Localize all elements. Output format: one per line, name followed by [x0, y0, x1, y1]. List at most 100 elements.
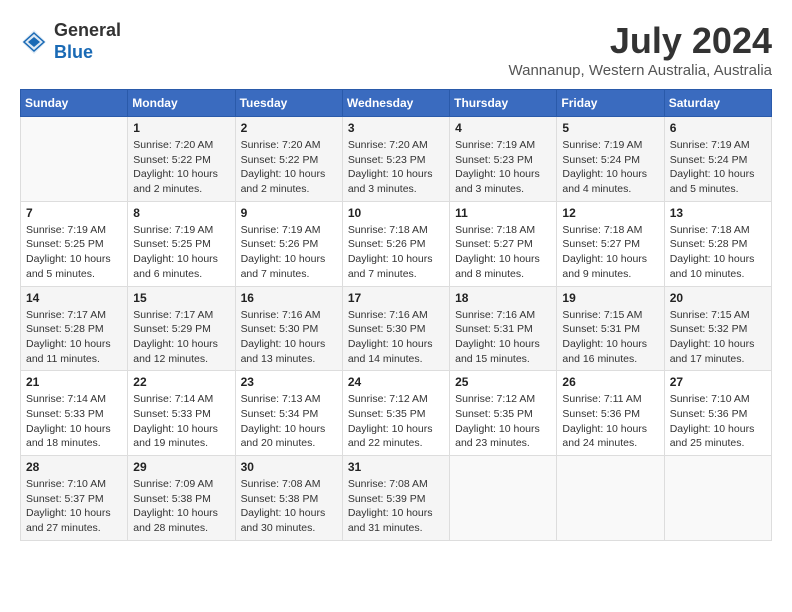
calendar-cell: 31 Sunrise: 7:08 AM Sunset: 5:39 PM Dayli…	[342, 456, 449, 541]
calendar-cell: 21 Sunrise: 7:14 AM Sunset: 5:33 PM Dayli…	[21, 371, 128, 456]
day-info: Sunrise: 7:12 AM Sunset: 5:35 PM Dayligh…	[348, 392, 444, 451]
day-info: Sunrise: 7:11 AM Sunset: 5:36 PM Dayligh…	[562, 392, 658, 451]
calendar-week-row: 14Sunrise: 7:17 AM Sunset: 5:28 PM Dayli…	[21, 286, 772, 371]
day-number: 17	[348, 291, 444, 305]
day-number: 8	[133, 206, 229, 220]
calendar-cell: 20 Sunrise: 7:15 AM Sunset: 5:32 PM Dayli…	[664, 286, 771, 371]
day-info: Sunrise: 7:19 AM Sunset: 5:24 PM Dayligh…	[562, 138, 658, 197]
calendar-cell	[664, 456, 771, 541]
calendar-week-row: 1 Sunrise: 7:20 AM Sunset: 5:22 PM Daylig…	[21, 117, 772, 202]
logo-text: General Blue	[54, 20, 121, 63]
calendar-table: SundayMondayTuesdayWednesdayThursdayFrid…	[20, 89, 772, 541]
day-info: Sunrise: 7:19 AM Sunset: 5:23 PM Dayligh…	[455, 138, 551, 197]
day-number: 21	[26, 375, 122, 389]
day-number: 16	[241, 291, 337, 305]
calendar-cell: 22 Sunrise: 7:14 AM Sunset: 5:33 PM Dayli…	[128, 371, 235, 456]
page-header: General Blue July 2024 Wannanup, Western…	[20, 20, 772, 79]
day-number: 4	[455, 121, 551, 135]
calendar-cell: 16 Sunrise: 7:16 AM Sunset: 5:30 PM Dayli…	[235, 286, 342, 371]
day-info: Sunrise: 7:15 AM Sunset: 5:32 PM Dayligh…	[670, 308, 766, 367]
day-number: 11	[455, 206, 551, 220]
logo-blue: Blue	[54, 42, 93, 62]
day-info: Sunrise: 7:09 AM Sunset: 5:38 PM Dayligh…	[133, 477, 229, 536]
day-info: Sunrise: 7:20 AM Sunset: 5:22 PM Dayligh…	[133, 138, 229, 197]
calendar-cell: 9Sunrise: 7:19 AM Sunset: 5:26 PM Daylig…	[235, 201, 342, 286]
calendar-cell: 28Sunrise: 7:10 AM Sunset: 5:37 PM Dayli…	[21, 456, 128, 541]
day-info: Sunrise: 7:18 AM Sunset: 5:28 PM Dayligh…	[670, 223, 766, 282]
calendar-cell: 23Sunrise: 7:13 AM Sunset: 5:34 PM Dayli…	[235, 371, 342, 456]
day-number: 2	[241, 121, 337, 135]
day-info: Sunrise: 7:08 AM Sunset: 5:39 PM Dayligh…	[348, 477, 444, 536]
calendar-week-row: 21 Sunrise: 7:14 AM Sunset: 5:33 PM Dayli…	[21, 371, 772, 456]
day-info: Sunrise: 7:18 AM Sunset: 5:26 PM Dayligh…	[348, 223, 444, 282]
calendar-cell: 24 Sunrise: 7:12 AM Sunset: 5:35 PM Dayli…	[342, 371, 449, 456]
calendar-cell: 7 Sunrise: 7:19 AM Sunset: 5:25 PM Daylig…	[21, 201, 128, 286]
day-number: 19	[562, 291, 658, 305]
calendar-header-row: SundayMondayTuesdayWednesdayThursdayFrid…	[21, 90, 772, 117]
calendar-cell: 15Sunrise: 7:17 AM Sunset: 5:29 PM Dayli…	[128, 286, 235, 371]
logo-icon	[20, 28, 48, 56]
column-header-friday: Friday	[557, 90, 664, 117]
calendar-cell: 6 Sunrise: 7:19 AM Sunset: 5:24 PM Daylig…	[664, 117, 771, 202]
day-number: 10	[348, 206, 444, 220]
column-header-monday: Monday	[128, 90, 235, 117]
day-info: Sunrise: 7:15 AM Sunset: 5:31 PM Dayligh…	[562, 308, 658, 367]
calendar-cell: 4 Sunrise: 7:19 AM Sunset: 5:23 PM Daylig…	[450, 117, 557, 202]
calendar-cell: 3Sunrise: 7:20 AM Sunset: 5:23 PM Daylig…	[342, 117, 449, 202]
day-info: Sunrise: 7:16 AM Sunset: 5:30 PM Dayligh…	[241, 308, 337, 367]
day-number: 12	[562, 206, 658, 220]
day-info: Sunrise: 7:19 AM Sunset: 5:25 PM Dayligh…	[26, 223, 122, 282]
day-number: 30	[241, 460, 337, 474]
calendar-cell: 11 Sunrise: 7:18 AM Sunset: 5:27 PM Dayli…	[450, 201, 557, 286]
calendar-cell: 26 Sunrise: 7:11 AM Sunset: 5:36 PM Dayli…	[557, 371, 664, 456]
day-number: 5	[562, 121, 658, 135]
day-info: Sunrise: 7:12 AM Sunset: 5:35 PM Dayligh…	[455, 392, 551, 451]
logo: General Blue	[20, 20, 121, 63]
day-number: 15	[133, 291, 229, 305]
day-number: 28	[26, 460, 122, 474]
calendar-cell: 12 Sunrise: 7:18 AM Sunset: 5:27 PM Dayli…	[557, 201, 664, 286]
calendar-cell: 29 Sunrise: 7:09 AM Sunset: 5:38 PM Dayli…	[128, 456, 235, 541]
day-info: Sunrise: 7:10 AM Sunset: 5:36 PM Dayligh…	[670, 392, 766, 451]
calendar-cell: 30 Sunrise: 7:08 AM Sunset: 5:38 PM Dayli…	[235, 456, 342, 541]
day-info: Sunrise: 7:08 AM Sunset: 5:38 PM Dayligh…	[241, 477, 337, 536]
calendar-cell	[450, 456, 557, 541]
calendar-cell: 5 Sunrise: 7:19 AM Sunset: 5:24 PM Daylig…	[557, 117, 664, 202]
day-number: 27	[670, 375, 766, 389]
day-number: 13	[670, 206, 766, 220]
calendar-week-row: 7 Sunrise: 7:19 AM Sunset: 5:25 PM Daylig…	[21, 201, 772, 286]
day-number: 29	[133, 460, 229, 474]
day-number: 24	[348, 375, 444, 389]
day-number: 9	[241, 206, 337, 220]
day-number: 31	[348, 460, 444, 474]
day-number: 6	[670, 121, 766, 135]
day-info: Sunrise: 7:14 AM Sunset: 5:33 PM Dayligh…	[26, 392, 122, 451]
day-number: 7	[26, 206, 122, 220]
column-header-wednesday: Wednesday	[342, 90, 449, 117]
day-number: 14	[26, 291, 122, 305]
calendar-cell: 14Sunrise: 7:17 AM Sunset: 5:28 PM Dayli…	[21, 286, 128, 371]
day-number: 25	[455, 375, 551, 389]
location-title: Wannanup, Western Australia, Australia	[509, 62, 772, 79]
calendar-cell: 2Sunrise: 7:20 AM Sunset: 5:22 PM Daylig…	[235, 117, 342, 202]
day-info: Sunrise: 7:14 AM Sunset: 5:33 PM Dayligh…	[133, 392, 229, 451]
day-number: 26	[562, 375, 658, 389]
day-info: Sunrise: 7:18 AM Sunset: 5:27 PM Dayligh…	[455, 223, 551, 282]
column-header-tuesday: Tuesday	[235, 90, 342, 117]
day-number: 18	[455, 291, 551, 305]
calendar-cell	[557, 456, 664, 541]
day-info: Sunrise: 7:16 AM Sunset: 5:30 PM Dayligh…	[348, 308, 444, 367]
month-title: July 2024	[509, 20, 772, 62]
calendar-cell	[21, 117, 128, 202]
day-number: 22	[133, 375, 229, 389]
day-info: Sunrise: 7:19 AM Sunset: 5:25 PM Dayligh…	[133, 223, 229, 282]
day-number: 20	[670, 291, 766, 305]
calendar-week-row: 28Sunrise: 7:10 AM Sunset: 5:37 PM Dayli…	[21, 456, 772, 541]
day-info: Sunrise: 7:19 AM Sunset: 5:24 PM Dayligh…	[670, 138, 766, 197]
day-info: Sunrise: 7:18 AM Sunset: 5:27 PM Dayligh…	[562, 223, 658, 282]
calendar-cell: 10 Sunrise: 7:18 AM Sunset: 5:26 PM Dayli…	[342, 201, 449, 286]
day-number: 1	[133, 121, 229, 135]
title-block: July 2024 Wannanup, Western Australia, A…	[509, 20, 772, 79]
calendar-cell: 17 Sunrise: 7:16 AM Sunset: 5:30 PM Dayli…	[342, 286, 449, 371]
day-info: Sunrise: 7:13 AM Sunset: 5:34 PM Dayligh…	[241, 392, 337, 451]
